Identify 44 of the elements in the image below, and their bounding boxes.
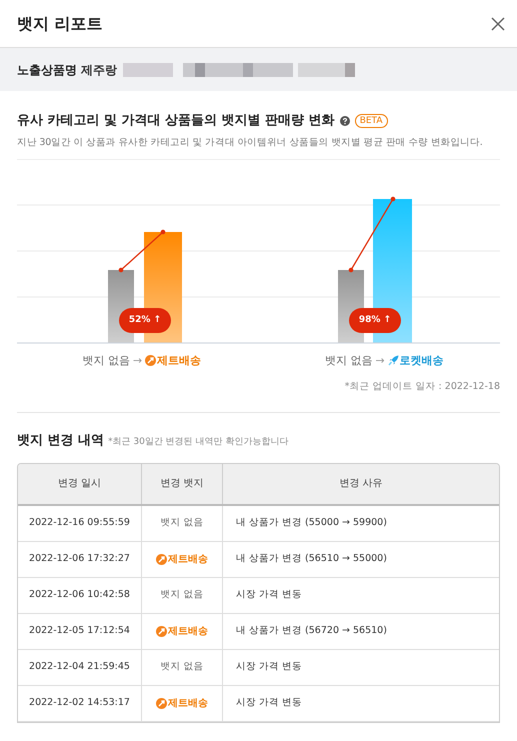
update-date: *최근 업데이트 일자 : 2022-12-18 bbox=[344, 380, 500, 394]
badge-label: 제트배송 bbox=[157, 352, 202, 368]
reason-cell-text: 내 상품가 변경 (55000 → 59900) bbox=[236, 516, 387, 530]
beta-tag: BETA bbox=[354, 114, 388, 128]
dialog-title: 뱃지 리포트 bbox=[17, 12, 103, 34]
badge-label: 뱃지 없음 bbox=[160, 660, 204, 674]
rocket-icon bbox=[388, 355, 399, 366]
jet-badge-icon bbox=[156, 698, 167, 708]
section-note: *최근 30일간 변경된 내역만 확인가능합니다 bbox=[108, 436, 288, 449]
reason-cell-text: 시장 가격 변동 bbox=[236, 696, 302, 710]
reason-cell-text: 시장 가격 변동 bbox=[236, 660, 302, 674]
close-icon[interactable] bbox=[491, 16, 505, 30]
reason-cell-text: 내 상품가 변경 (56720 → 56510) bbox=[236, 624, 387, 638]
column-header: 변경 일시 bbox=[58, 477, 102, 491]
reason-cell-text: 내 상품가 변경 (56510 → 55000) bbox=[236, 552, 387, 566]
badge-label: 제트배송 bbox=[168, 552, 208, 566]
from-label: 뱃지 없음 bbox=[324, 352, 372, 368]
product-name: 제주랑 bbox=[81, 62, 117, 78]
section-description: 지난 30일간 이 상품과 유사한 카테고리 및 가격대 아이템위너 상품들의 뱃지별 평균 판매 수량 변화입니다. bbox=[17, 136, 484, 150]
badge-label: 로켓배송 bbox=[400, 352, 444, 368]
badge-label: 제트배송 bbox=[168, 624, 208, 638]
date-cell-text: 2022-12-16 09:55:59 bbox=[29, 516, 130, 530]
section-title: 뱃지 변경 내역 bbox=[17, 432, 104, 450]
arrow-text: → bbox=[132, 352, 142, 368]
arrow-text: → bbox=[375, 352, 385, 368]
jet-badge-icon bbox=[156, 554, 167, 564]
date-cell-text: 2022-12-05 17:12:54 bbox=[29, 624, 130, 638]
jet-badge-icon bbox=[156, 626, 167, 636]
date-cell-text: 2022-12-02 14:53:17 bbox=[29, 696, 130, 710]
help-icon[interactable] bbox=[340, 116, 350, 126]
reason-cell-text: 시장 가격 변동 bbox=[236, 588, 302, 602]
from-label: 뱃지 없음 bbox=[82, 352, 130, 368]
badge-label: 제트배송 bbox=[168, 696, 208, 710]
trend-line bbox=[118, 229, 166, 272]
section-title: 유사 카테고리 및 가격대 상품들의 뱃지별 판매량 변화 bbox=[17, 112, 335, 130]
date-cell-text: 2022-12-06 17:32:27 bbox=[29, 552, 130, 566]
column-header: 변경 사유 bbox=[339, 477, 383, 491]
badge-label: 뱃지 없음 bbox=[160, 588, 204, 602]
jet-badge-icon bbox=[145, 355, 156, 366]
product-label: 노출상품명 bbox=[17, 62, 77, 78]
column-header: 변경 뱃지 bbox=[160, 477, 204, 491]
date-cell-text: 2022-12-04 21:59:45 bbox=[29, 660, 130, 674]
badge-label: 뱃지 없음 bbox=[160, 516, 204, 530]
date-cell-text: 2022-12-06 10:42:58 bbox=[29, 588, 130, 602]
